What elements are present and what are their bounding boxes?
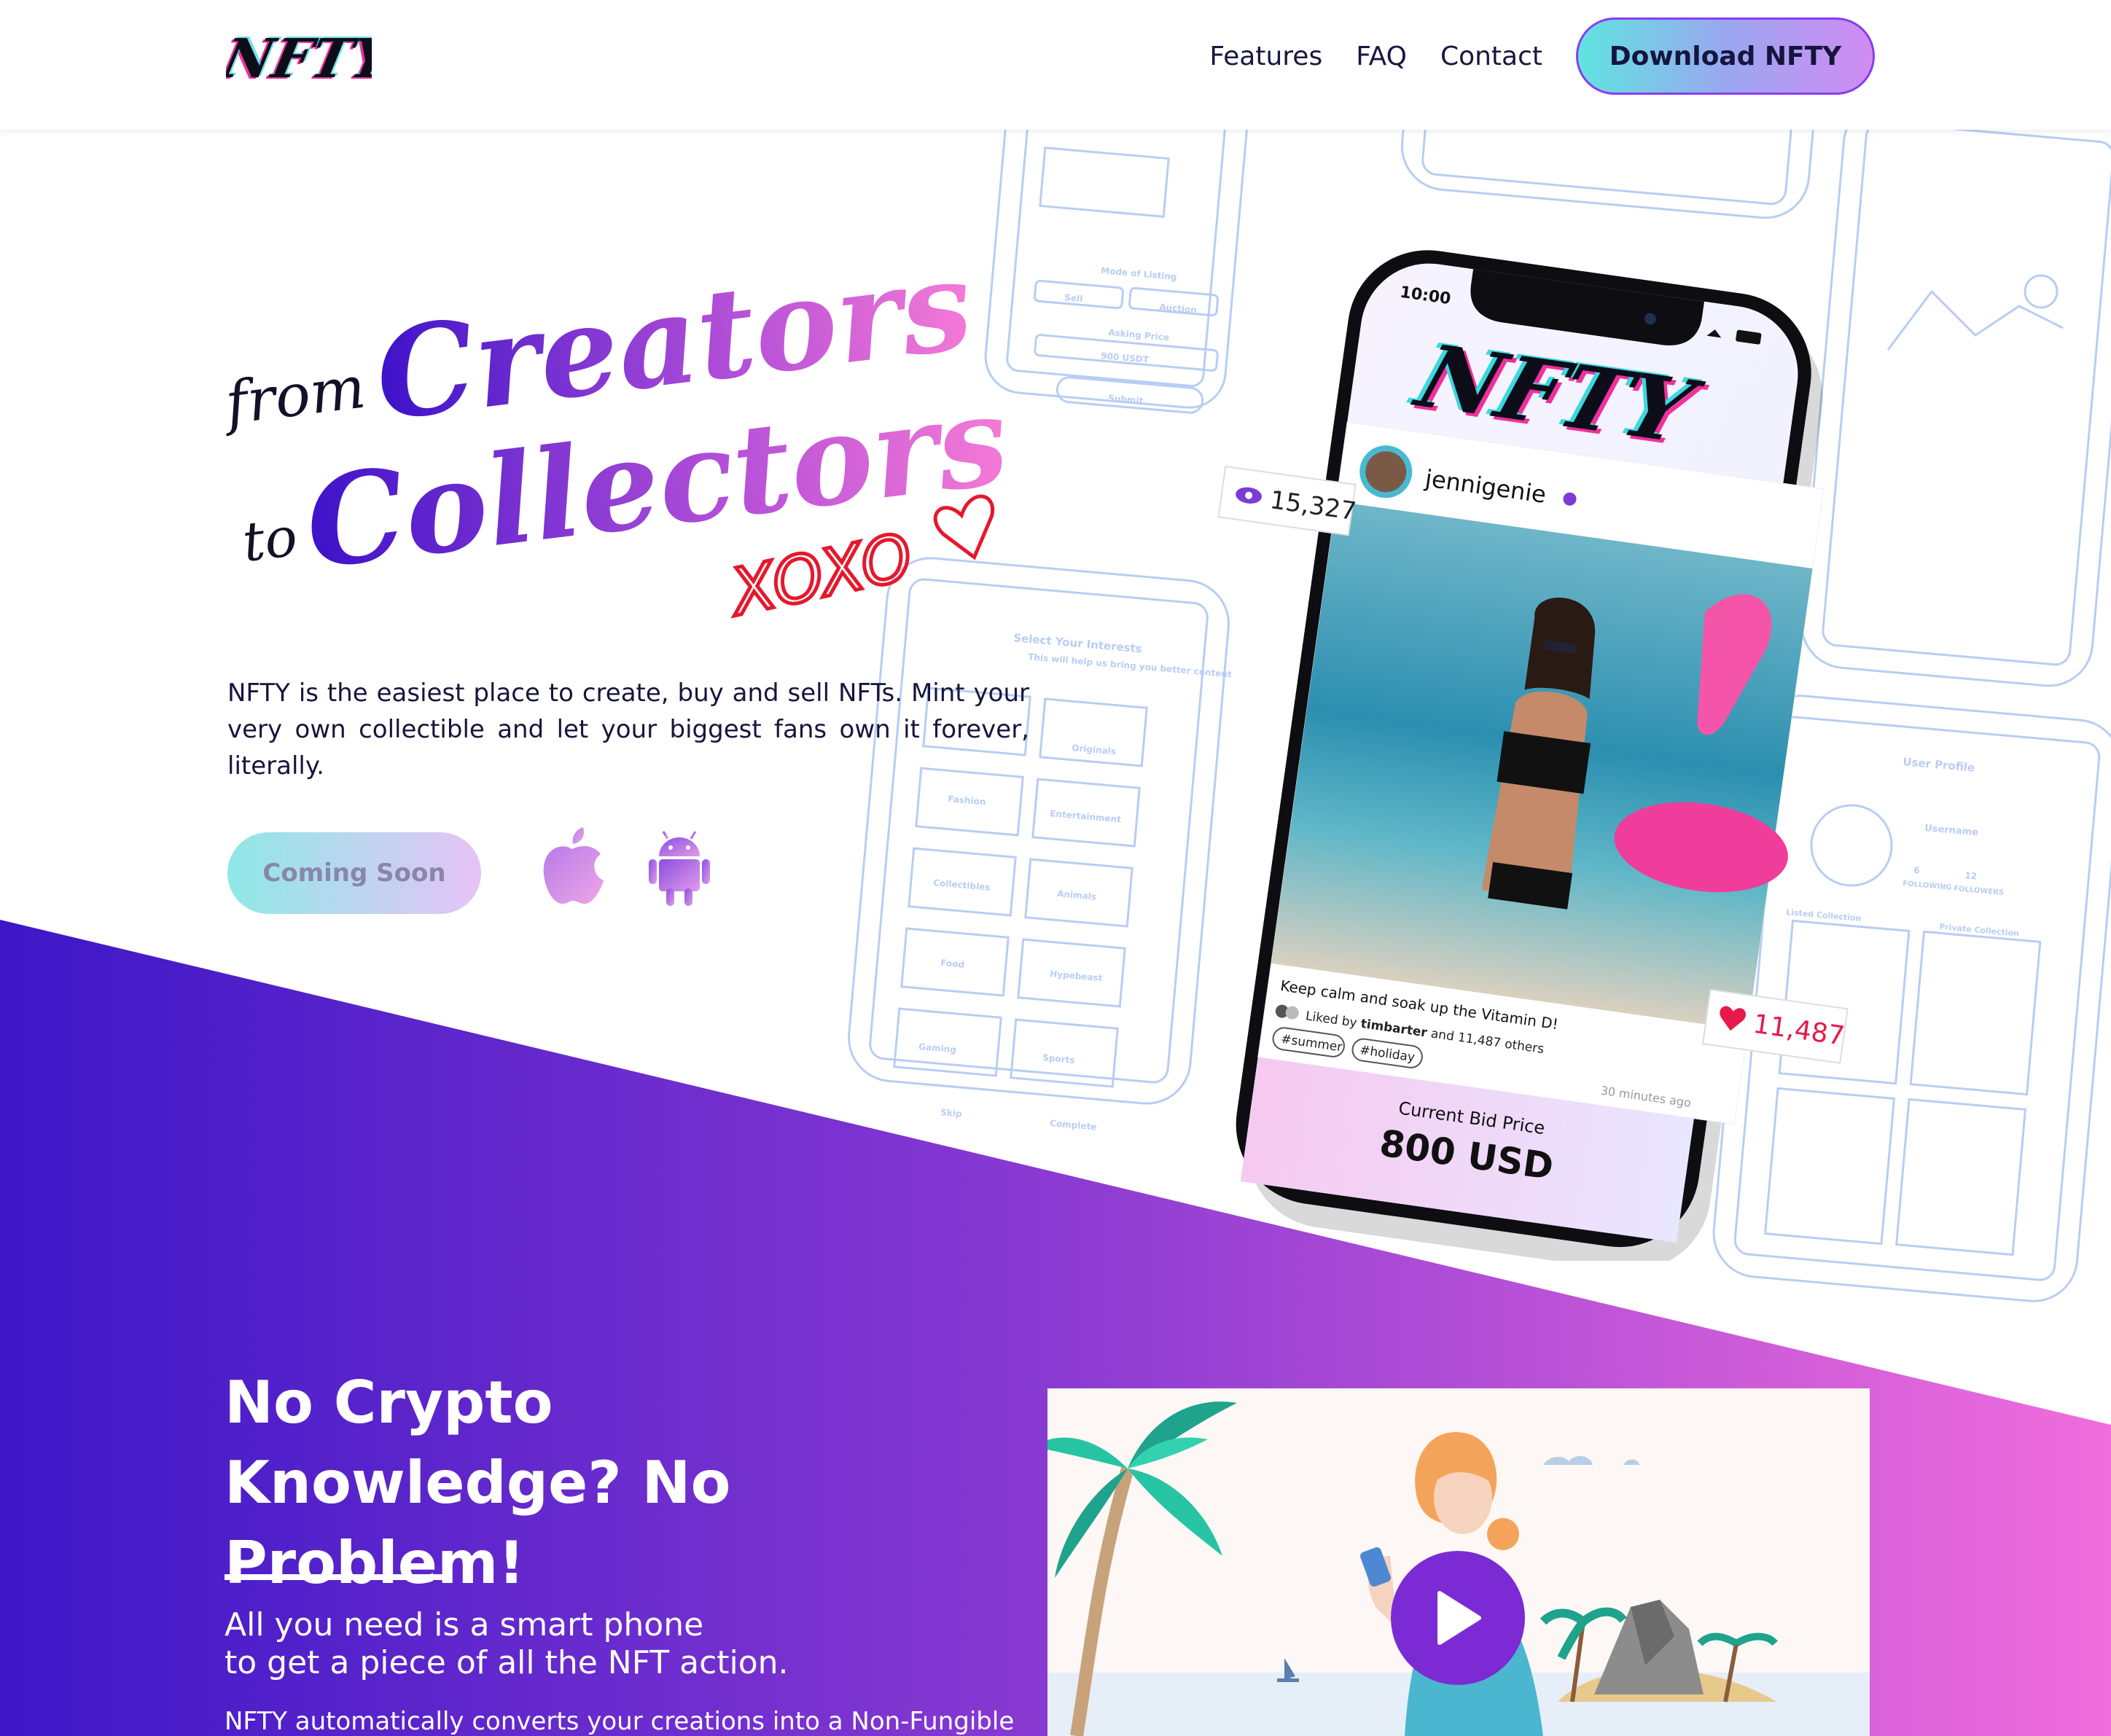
nav-faq[interactable]: FAQ (1356, 42, 1407, 71)
nav-contact[interactable]: Contact (1440, 42, 1542, 71)
nav-features[interactable]: Features (1209, 42, 1322, 71)
section2-subtitle: All you need is a smart phone to get a p… (225, 1606, 953, 1682)
logo-text-main: NFTY (226, 27, 372, 90)
hero-to: to (239, 505, 300, 574)
coming-soon-button[interactable]: Coming Soon (227, 832, 481, 914)
main-nav: Features FAQ Contact Download NFTY (1209, 17, 1875, 95)
hero-from: from (219, 353, 369, 438)
section2-title-line1: No Crypto (225, 1369, 553, 1436)
landing-page: Select Your Interests This will help us … (0, 0, 2111, 1736)
section2-sub-line2: to get a piece of all the NFT action. (225, 1644, 789, 1681)
nfty-logo[interactable]: NFTY NFTY NFTY (226, 19, 372, 99)
phone-mockup: 10:00 NFTY NFTY NFTY jennigenie Keep cal… (1217, 250, 1849, 1261)
android-icon[interactable] (647, 827, 711, 907)
hero-title: from Creators to Collectors XOXO (219, 233, 1015, 633)
section2-title: No Crypto Knowledge? No Problem! (225, 1363, 1026, 1603)
site-header: NFTY NFTY NFTY Features FAQ Contact Down… (0, 0, 2111, 130)
section2-body: NFTY automatically converts your creatio… (225, 1707, 1015, 1736)
section2-divider (225, 1574, 452, 1580)
play-button[interactable] (1391, 1551, 1525, 1685)
download-button[interactable]: Download NFTY (1576, 17, 1875, 95)
section2-sub-line1: All you need is a smart phone (225, 1606, 704, 1643)
play-icon (1437, 1591, 1481, 1645)
apple-icon[interactable] (539, 824, 605, 907)
hero-description: NFTY is the easiest place to create, buy… (227, 679, 1029, 781)
